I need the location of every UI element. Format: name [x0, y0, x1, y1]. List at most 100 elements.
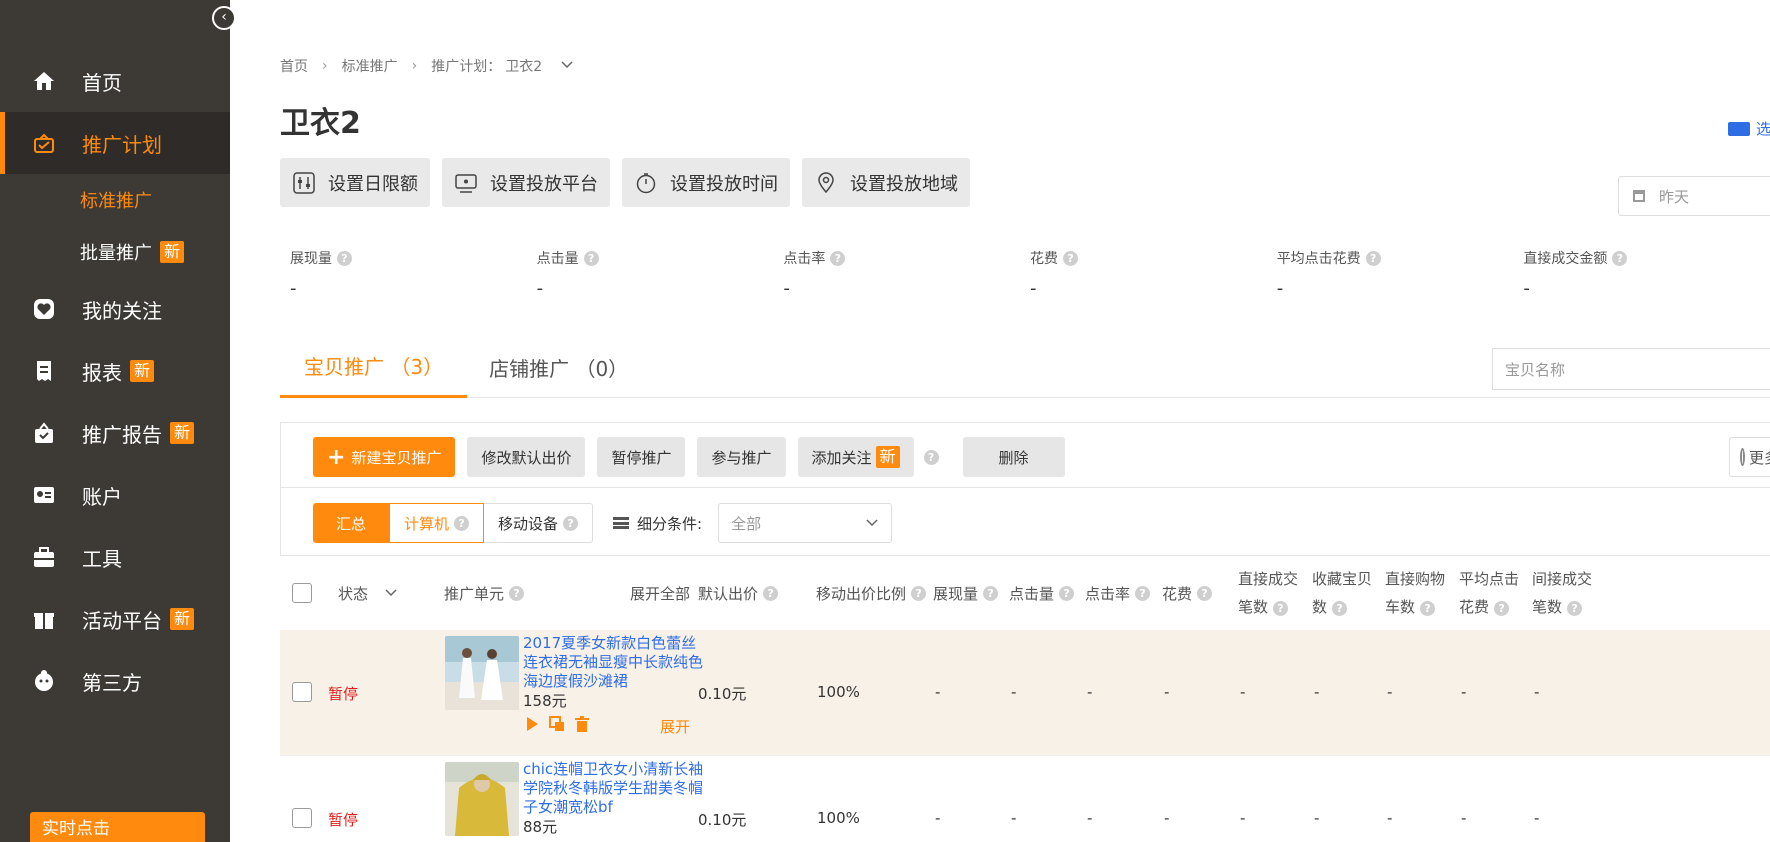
delete-button[interactable]: 删除 [962, 437, 1065, 477]
product-title-link[interactable]: 2017夏季女新款白色蕾丝连衣裙无袖显瘦中长款纯色海边度假沙滩裙 [523, 634, 709, 691]
help-icon[interactable]: ? [509, 585, 525, 601]
help-icon[interactable]: ? [1063, 250, 1079, 266]
header-status[interactable]: 状态 [338, 556, 398, 630]
detail-condition-select[interactable]: 全部 [718, 503, 893, 543]
metric-ctr: 点击率? - [783, 248, 1030, 299]
set-daily-budget-button[interactable]: 设置日限额 [280, 158, 430, 207]
breadcrumb-home[interactable]: 首页 [280, 56, 308, 76]
metric-label: 直接成交金额 [1523, 251, 1608, 267]
expand-link[interactable]: 展开 [660, 716, 690, 737]
join-promotion-button[interactable]: 参与推广 [697, 437, 786, 477]
breadcrumb-plan-name[interactable]: 卫衣2 [505, 56, 542, 76]
row-direct-deals: - [1240, 683, 1246, 701]
help-icon[interactable]: ? [454, 515, 470, 531]
help-icon[interactable]: ? [1365, 250, 1381, 266]
set-time-button[interactable]: 设置投放时间 [622, 158, 790, 207]
filter-summary[interactable]: 汇总 [313, 503, 390, 543]
realtime-click-button[interactable]: 实时点击 [30, 812, 205, 842]
sidebar-item-campaign[interactable]: 推广计划 [0, 112, 230, 174]
sliders-icon [292, 171, 316, 195]
help-icon[interactable]: ? [1059, 585, 1075, 601]
avatar-icon [30, 667, 58, 695]
sidebar-item-third-party[interactable]: 第三方 [0, 650, 230, 712]
sidebar-subitem-batch[interactable]: 批量推广 新 [0, 226, 230, 278]
header-unit: 推广单元? [444, 556, 525, 630]
help-icon[interactable]: ? [1612, 250, 1628, 266]
detail-condition-label: 细分条件: [613, 513, 702, 534]
modify-bid-button[interactable]: 修改默认出价 [467, 437, 586, 477]
help-icon[interactable]: ? [830, 250, 846, 266]
header-label: 点击率 [1085, 584, 1131, 603]
expand-all-link[interactable]: 展开全部 [630, 556, 690, 630]
product-price: 88元 [523, 818, 558, 836]
sidebar-subitem-standard[interactable]: 标准推广 [0, 174, 230, 226]
sidebar-item-promo-report[interactable]: 推广报告 新 [0, 402, 230, 464]
help-icon[interactable]: ? [1494, 601, 1510, 616]
row-bid[interactable]: 0.10元 [698, 683, 746, 704]
product-title-link[interactable]: chic连帽卫衣女小清新长袖学院秋冬韩版学生甜美冬帽子女潮宽松bf [523, 760, 709, 817]
help-icon[interactable]: ? [911, 585, 927, 601]
sidebar-item-follow[interactable]: 我的关注 [0, 278, 230, 340]
sidebar-item-label: 推广计划 [82, 132, 162, 157]
set-region-button[interactable]: 设置投放地域 [802, 158, 970, 207]
sidebar-item-activities[interactable]: 活动平台 新 [0, 588, 230, 650]
header-label: 花费 [1162, 584, 1193, 603]
calendar-icon [1633, 190, 1645, 202]
list-icon [613, 517, 630, 529]
sidebar-item-label: 工具 [82, 546, 122, 571]
help-icon[interactable]: ? [583, 250, 599, 266]
set-btn-label: 设置日限额 [328, 173, 418, 195]
stopwatch-icon [634, 171, 658, 195]
help-icon[interactable]: ? [1135, 585, 1151, 601]
breadcrumb-standard[interactable]: 标准推广 [342, 56, 398, 76]
help-icon[interactable]: ? [763, 585, 779, 601]
filter-label: 计算机 [404, 514, 450, 533]
metric-value: - [1523, 278, 1530, 299]
trash-icon[interactable] [575, 716, 589, 732]
sidebar-item-tools[interactable]: 工具 [0, 526, 230, 588]
filter-computer[interactable]: 计算机 ? [389, 503, 485, 543]
sidebar-item-account[interactable]: 账户 [0, 464, 230, 526]
sidebar-item-reports[interactable]: 报表 新 [0, 340, 230, 402]
add-follow-button[interactable]: 添加关注 新 [797, 437, 914, 477]
row-checkbox[interactable] [292, 808, 312, 828]
item-name-search-input[interactable]: 宝贝名称 [1492, 348, 1770, 390]
filter-mobile[interactable]: 移动设备 ? [484, 503, 594, 543]
row-bid[interactable]: 0.10元 [698, 809, 746, 830]
pause-button[interactable]: 暂停推广 [597, 437, 686, 477]
help-icon[interactable]: ? [1197, 585, 1213, 601]
row-checkbox-cell [292, 808, 312, 828]
copy-icon[interactable] [549, 716, 565, 732]
row-checkbox[interactable] [292, 682, 312, 702]
video-tutorial-link[interactable]: 选款 [1728, 118, 1770, 139]
help-icon[interactable]: ? [983, 585, 999, 601]
help-icon[interactable]: ? [563, 515, 579, 531]
help-icon[interactable]: ? [1420, 601, 1436, 616]
metric-value: - [783, 278, 790, 299]
help-icon[interactable]: ? [1273, 601, 1289, 616]
more-data-button[interactable]: 更多数据 [1729, 437, 1770, 477]
chevron-down-icon[interactable] [560, 59, 574, 73]
play-icon[interactable] [525, 716, 539, 732]
metric-label: 点击率 [783, 251, 826, 267]
select-all-checkbox[interactable] [292, 583, 312, 603]
help-icon[interactable]: ? [1332, 601, 1348, 616]
help-icon[interactable]: ? [1567, 601, 1583, 616]
metric-impressions: 展现量? - [290, 248, 537, 299]
row-avg-click: - [1461, 683, 1467, 701]
home-icon [30, 67, 58, 95]
product-thumbnail[interactable] [445, 762, 519, 836]
date-range-picker[interactable]: 昨天 [1618, 176, 1770, 216]
help-icon[interactable]: ? [923, 449, 939, 465]
tab-item-promotion[interactable]: 宝贝推广 （3） [280, 336, 468, 398]
chevron-right-icon: › [411, 58, 418, 74]
sidebar-item-home[interactable]: 首页 [0, 50, 230, 112]
product-thumbnail[interactable] [445, 636, 519, 710]
header-label: 笔数 [1238, 598, 1269, 616]
action-panel: + 新建宝贝推广 修改默认出价 暂停推广 参与推广 添加关注 新 ? 删除 更多… [280, 422, 1770, 556]
tab-store-promotion[interactable]: 店铺推广 （0） [467, 336, 650, 398]
header-direct-cart: 直接购物 车数? [1385, 556, 1445, 630]
set-platform-button[interactable]: 设置投放平台 [442, 158, 610, 207]
new-item-promotion-button[interactable]: + 新建宝贝推广 [313, 437, 456, 477]
help-icon[interactable]: ? [337, 250, 352, 266]
